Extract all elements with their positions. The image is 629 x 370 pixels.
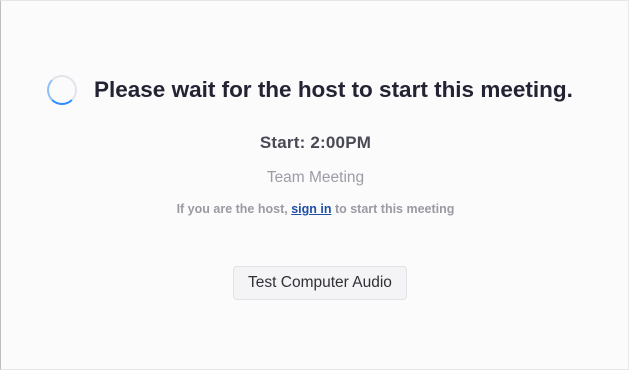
meeting-topic: Team Meeting: [266, 169, 365, 186]
waiting-room-window: Please wait for the host to start this m…: [0, 0, 629, 370]
meeting-start-time: Start: 2:00PM: [259, 133, 372, 152]
host-sign-in-prompt: If you are the host, sign in to start th…: [1, 202, 629, 216]
sign-in-link[interactable]: sign in: [291, 202, 331, 216]
host-prompt-suffix: to start this meeting: [331, 202, 455, 216]
test-computer-audio-button[interactable]: Test Computer Audio: [233, 266, 407, 300]
host-prompt-prefix: If you are the host,: [176, 202, 292, 216]
waiting-headline: Please wait for the host to start this m…: [94, 77, 573, 102]
loading-spinner-icon: [47, 75, 77, 105]
